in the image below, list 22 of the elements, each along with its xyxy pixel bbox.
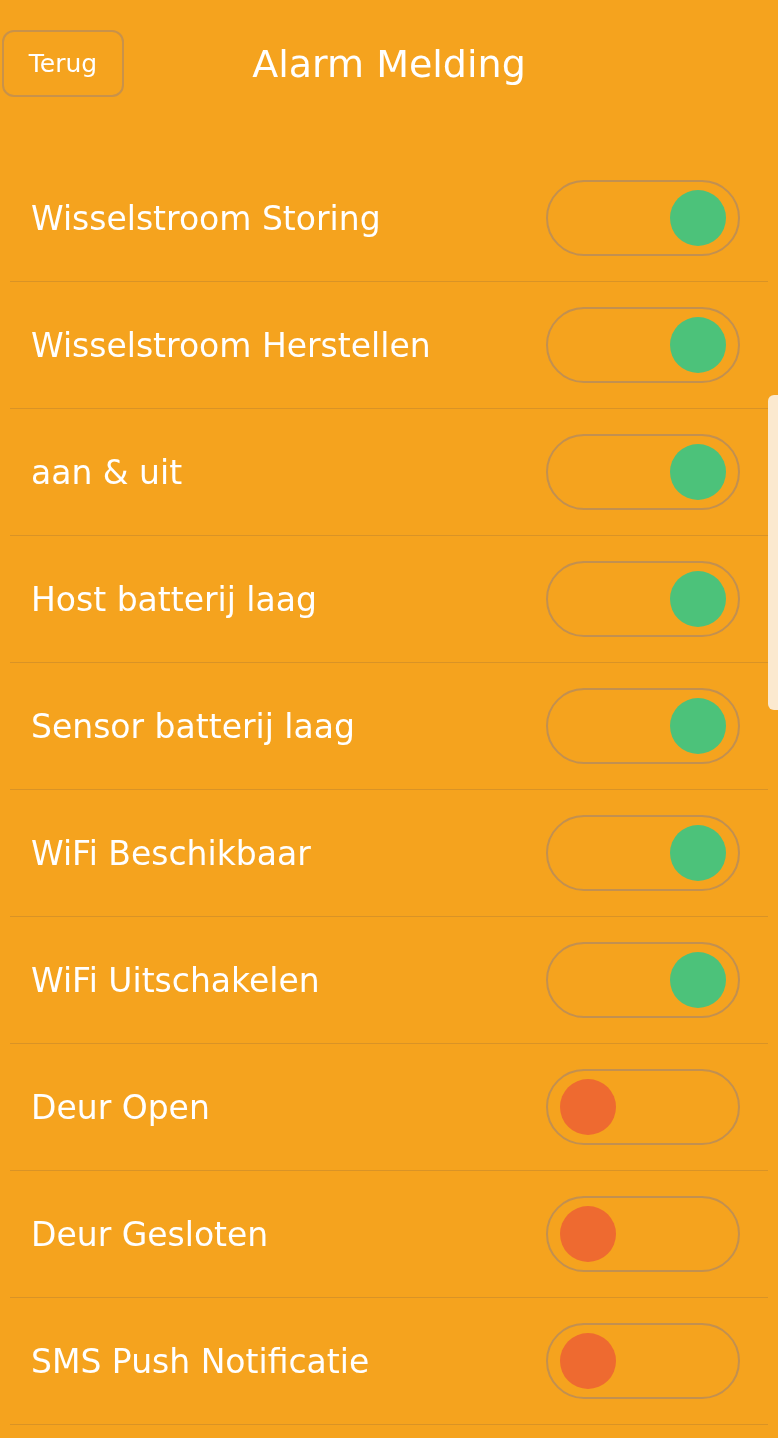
setting-label: aan & uit xyxy=(31,452,183,492)
setting-label: Sensor batterij laag xyxy=(31,706,355,746)
toggle-switch[interactable] xyxy=(546,1196,740,1272)
toggle-switch[interactable] xyxy=(546,307,740,383)
toggle-switch[interactable] xyxy=(546,180,740,256)
toggle-switch[interactable] xyxy=(546,1323,740,1399)
toggle-switch[interactable] xyxy=(546,1069,740,1145)
toggle-switch[interactable] xyxy=(546,561,740,637)
toggle-switch[interactable] xyxy=(546,434,740,510)
setting-label: Host batterij laag xyxy=(31,579,317,619)
toggle-switch[interactable] xyxy=(546,815,740,891)
setting-label: Wisselstroom Storing xyxy=(31,198,381,238)
page-title: Alarm Melding xyxy=(252,42,526,86)
back-button[interactable]: Terug xyxy=(2,30,124,97)
setting-label: Wisselstroom Herstellen xyxy=(31,325,431,365)
setting-label: WiFi Uitschakelen xyxy=(31,960,320,1000)
setting-label: Deur Gesloten xyxy=(31,1214,269,1254)
setting-label: SMS Push Notificatie xyxy=(31,1341,370,1381)
setting-label: Deur Open xyxy=(31,1087,210,1127)
toggle-switch[interactable] xyxy=(546,942,740,1018)
toggle-switch[interactable] xyxy=(546,688,740,764)
setting-label: WiFi Beschikbaar xyxy=(31,833,311,873)
